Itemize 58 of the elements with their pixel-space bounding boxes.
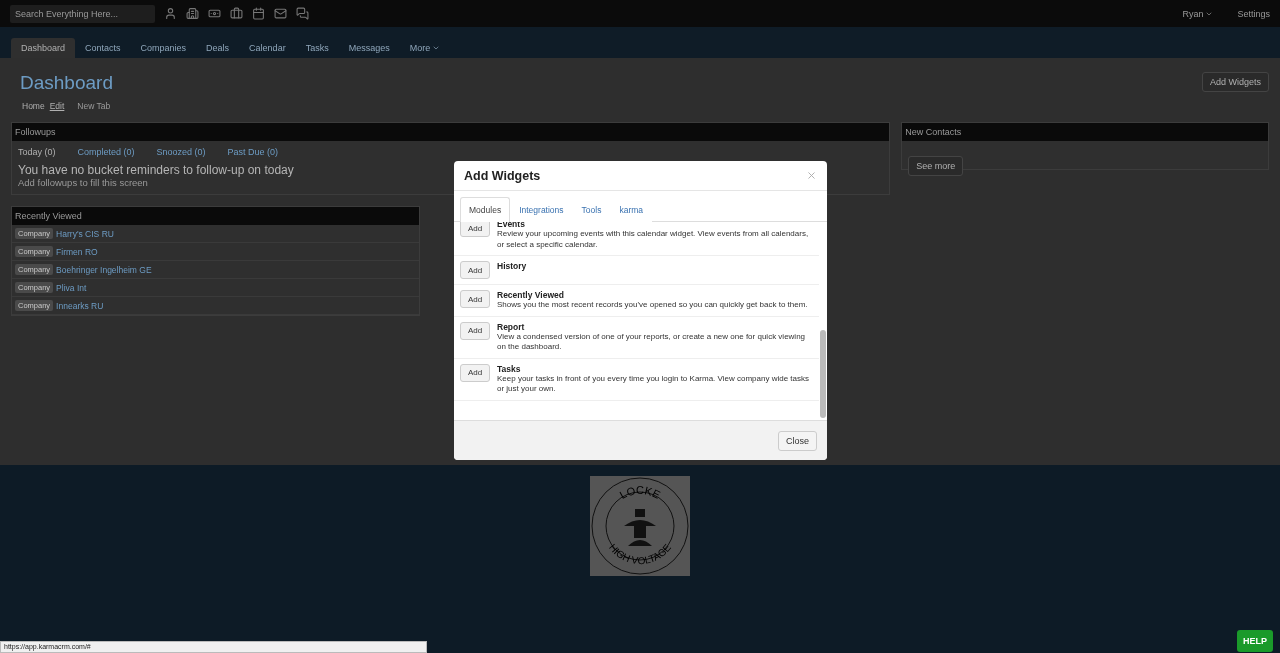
- empty-message: You have no bucket reminders to follow-up on today: [18, 163, 294, 177]
- record-link[interactable]: Pliva Int: [56, 282, 87, 293]
- dialog-title: Add Widgets: [464, 168, 541, 183]
- breadcrumb-link[interactable]: Home: [22, 101, 45, 111]
- widget-name: Report: [497, 321, 526, 332]
- see-more-button[interactable]: See more: [908, 156, 964, 176]
- add-widgets-button[interactable]: Add Widgets: [1201, 72, 1269, 92]
- widget-description: Review your upcoming events with this calendar widget. View events from all calendars, or select a specific calendar.: [497, 229, 810, 250]
- record-link[interactable]: Innearks RU: [56, 300, 104, 311]
- search-field[interactable]: Search Everything Here...: [10, 4, 155, 23]
- breadcrumb-link[interactable]: New Tab: [77, 101, 111, 111]
- settings-link[interactable]: Settings: [1237, 8, 1270, 19]
- widget-description: Keep your tasks in front of you every time you login to Karma. View company wide tasks or just your own.: [497, 373, 810, 395]
- nav-tab[interactable]: Deals: [196, 38, 240, 58]
- add-button[interactable]: Add: [460, 261, 490, 279]
- building-icon[interactable]: [186, 7, 199, 20]
- add-button[interactable]: Add: [460, 363, 490, 382]
- widget-name: Recently Viewed: [497, 290, 565, 300]
- dialog-tab[interactable]: Modules: [460, 197, 511, 222]
- followup-tab[interactable]: Today (0): [18, 147, 56, 157]
- followup-tab[interactable]: Snoozed (0): [156, 147, 206, 157]
- briefcase-icon[interactable]: [230, 7, 243, 20]
- nav-tab[interactable]: More: [399, 38, 451, 58]
- nav-tab[interactable]: Contacts: [75, 38, 131, 58]
- followup-tab[interactable]: Past Due (0): [227, 147, 279, 157]
- record-link[interactable]: Harry's CIS RU: [56, 228, 114, 239]
- add-button[interactable]: Add: [460, 290, 490, 308]
- help-button[interactable]: HELP: [1237, 630, 1273, 652]
- chat-icon[interactable]: [296, 7, 309, 20]
- envelope-icon[interactable]: [274, 7, 287, 20]
- nav-tab[interactable]: Tasks: [295, 38, 339, 58]
- panel-title: New Contacts: [905, 127, 962, 137]
- followup-tab[interactable]: Completed (0): [77, 147, 135, 157]
- hint-text: Add followups to fill this screen: [18, 177, 148, 188]
- nav-tab[interactable]: Messages: [338, 38, 400, 58]
- logo-text: LOCKE: [617, 484, 663, 501]
- page-title: Dashboard: [20, 72, 113, 94]
- calendar-icon[interactable]: [252, 7, 265, 20]
- widget-name: History: [497, 261, 527, 271]
- scrollbar-thumb[interactable]: [820, 330, 826, 418]
- nav-tab[interactable]: Dashboard: [11, 38, 76, 58]
- widget-name: Tasks: [497, 363, 522, 374]
- breadcrumb-link[interactable]: Edit: [49, 101, 65, 111]
- user-menu[interactable]: Ryan: [1182, 8, 1214, 19]
- widget-description: Shows you the most recent records you've opened so you can quickly get back to them.: [497, 300, 808, 311]
- record-link[interactable]: Boehringer Ingelheim GE: [56, 264, 152, 275]
- add-button[interactable]: Add: [460, 222, 490, 237]
- add-button[interactable]: Add: [460, 321, 490, 340]
- nav-tab[interactable]: Companies: [130, 38, 197, 58]
- panel-title: Followups: [15, 127, 56, 137]
- close-button[interactable]: Close: [778, 430, 817, 451]
- record-link[interactable]: Firmen RO: [56, 246, 98, 257]
- widget-description: View a condensed version of one of your reports, or create a new one for quick viewing on the dashboard.: [497, 331, 807, 353]
- person-icon[interactable]: [164, 7, 177, 20]
- money-icon[interactable]: [208, 7, 221, 20]
- nav-tab[interactable]: Calendar: [239, 38, 296, 58]
- widget-name: Events: [497, 222, 526, 229]
- panel-title: Recently Viewed: [15, 211, 82, 221]
